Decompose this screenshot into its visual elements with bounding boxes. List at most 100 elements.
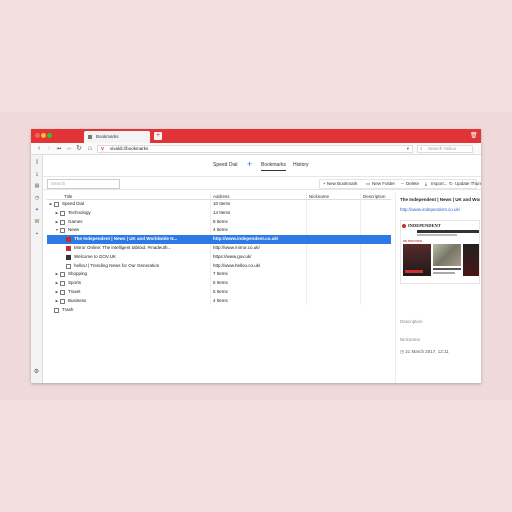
thumbnail-headline: [433, 268, 461, 270]
chevron-down-icon[interactable]: ▾: [407, 146, 409, 152]
home-icon[interactable]: ⌂: [86, 144, 94, 154]
close-window-button[interactable]: [35, 133, 40, 138]
zoom-window-button[interactable]: [47, 133, 52, 138]
tab-history[interactable]: History: [293, 160, 309, 170]
settings-gear-icon[interactable]: ⚙: [33, 369, 40, 376]
favicon-icon: [66, 237, 71, 243]
vivaldi-logo-icon: V: [101, 146, 105, 151]
thumbnail-photo-main: [403, 244, 431, 276]
bookmarks-table: Title Address Nickname Description ▶ Spee…: [47, 193, 391, 314]
tab-speed-dial[interactable]: Speed Dial: [213, 160, 237, 170]
table-row[interactable]: helloU | Trending News for Our Generatio…: [47, 262, 391, 271]
table-row[interactable]: Trash: [47, 306, 391, 315]
row-address: http://www.independent.co.uk/: [213, 236, 279, 242]
table-row[interactable]: ▶ Games 8 Items: [47, 218, 391, 227]
table-row[interactable]: ▶ Sports 5 Items: [47, 279, 391, 288]
bookmarks-panel-icon[interactable]: ▯: [34, 159, 40, 165]
row-title: News: [68, 227, 80, 233]
chevron-right-icon[interactable]: ▶: [55, 279, 59, 288]
row-title: Mirror Online: The intelligent tabloid. …: [74, 244, 172, 250]
minimize-window-button[interactable]: [41, 133, 46, 138]
bookmark-search-input[interactable]: Search: [47, 179, 120, 189]
minus-icon: −: [401, 181, 404, 186]
bookmark-tab-icon: [88, 135, 92, 139]
description-field[interactable]: Description: [400, 319, 423, 324]
web-panel-icon[interactable]: ✦: [34, 207, 40, 213]
refresh-icon: ↻: [449, 181, 453, 186]
column-address[interactable]: Address: [213, 193, 230, 200]
table-row[interactable]: ▶ Business 4 Items: [47, 297, 391, 306]
nickname-field[interactable]: Nickname: [400, 337, 420, 342]
wikipedia-panel-icon[interactable]: W: [34, 219, 40, 225]
row-title: Trash: [62, 306, 74, 312]
row-address: http://www.mirror.co.uk/: [213, 244, 260, 250]
row-title: Games: [68, 218, 83, 224]
tab-bookmarks[interactable]: Bookmarks: [84, 131, 150, 143]
favicon-icon: [66, 254, 71, 260]
chevron-right-icon[interactable]: ▶: [55, 209, 59, 218]
folder-icon: [60, 289, 65, 295]
column-description[interactable]: Description: [363, 193, 386, 200]
rewind-icon[interactable]: ⏮: [55, 144, 63, 154]
add-speed-dial-icon[interactable]: +: [247, 159, 252, 169]
independent-logo-icon: [402, 224, 406, 228]
table-row[interactable]: ▶ Travel 5 Items: [47, 288, 391, 297]
reload-icon[interactable]: ↻: [75, 144, 83, 154]
chevron-right-icon[interactable]: ▶: [55, 218, 59, 227]
row-address: 5 Items: [213, 288, 228, 294]
table-row[interactable]: Welcome to GOV.UK https://www.gov.uk/: [47, 253, 391, 262]
import-icon: ⤓: [425, 181, 427, 186]
downloads-panel-icon[interactable]: ⤓: [34, 171, 40, 177]
row-address: 4 Items: [213, 297, 228, 303]
row-title: The Independent | News | UK and Worldwid…: [74, 236, 178, 242]
details-url-link[interactable]: http://www.independent.co.uk/: [400, 207, 460, 212]
delete-button[interactable]: Delete: [406, 180, 419, 188]
trash-icon[interactable]: 🗑: [470, 132, 478, 140]
bookmark-details-panel: The Independent | News | UK and Worl... …: [395, 193, 480, 383]
row-address: 10 Items: [213, 201, 231, 206]
fast-forward-icon[interactable]: ⏭: [65, 144, 73, 154]
table-row[interactable]: ▶ Speed Dial 10 Items: [47, 200, 391, 209]
thumbnail-section-label: UK POLITICS: [403, 239, 423, 243]
update-thumbnails-button[interactable]: Update Thumbnails: [455, 180, 481, 188]
search-engine-placeholder: Search Yahoo: [428, 146, 457, 151]
url-field[interactable]: V vivaldi://bookmarks ▾: [97, 145, 413, 153]
add-panel-icon[interactable]: +: [34, 231, 40, 237]
table-row[interactable]: The Independent | News | UK and Worldwid…: [47, 235, 391, 244]
tab-bookmarks-manager[interactable]: Bookmarks: [261, 160, 287, 171]
row-title: Welcome to GOV.UK: [74, 253, 117, 259]
table-row[interactable]: ▼ News 4 Items: [47, 226, 391, 235]
history-panel-icon[interactable]: ◷: [34, 195, 40, 201]
bookmarks-manager: Speed Dial + Bookmarks History Search + …: [43, 155, 481, 383]
chevron-right-icon[interactable]: ▶: [55, 297, 59, 306]
search-icon: ⌕: [420, 146, 423, 151]
table-row[interactable]: ▶ Shopping 7 Items: [47, 270, 391, 279]
forward-icon[interactable]: ›: [45, 144, 53, 154]
chevron-down-icon[interactable]: ▼: [55, 226, 59, 235]
thumbnail-subheadline: [433, 272, 455, 274]
new-bookmark-button[interactable]: + New Bookmark: [323, 180, 357, 188]
folder-icon: [60, 228, 65, 234]
date-added: ◷ 21 March 2017, 12:11: [400, 349, 449, 355]
new-folder-button[interactable]: New Folder: [372, 180, 395, 188]
back-icon[interactable]: ‹: [35, 144, 43, 154]
date-text: 21 March 2017, 12:11: [405, 349, 449, 354]
column-nickname[interactable]: Nickname: [309, 193, 329, 200]
details-title: The Independent | News | UK and Worl...: [400, 197, 480, 202]
import-button[interactable]: Import...: [431, 180, 448, 188]
column-title[interactable]: Title: [64, 193, 72, 200]
table-row[interactable]: ▶ Technology 14 Items: [47, 209, 391, 218]
new-tab-button[interactable]: +: [154, 132, 162, 140]
row-address: 4 Items: [213, 227, 228, 233]
chevron-right-icon[interactable]: ▶: [49, 200, 53, 209]
chevron-right-icon[interactable]: ▶: [55, 288, 59, 297]
row-address: 7 Items: [213, 271, 228, 277]
folder-icon: ▭: [366, 181, 371, 186]
search-engine-field[interactable]: ⌕ Search Yahoo: [417, 145, 473, 153]
url-text: vivaldi://bookmarks: [110, 146, 149, 151]
thumbnail-nav-bar: [417, 230, 479, 233]
folder-icon: [60, 272, 65, 278]
notes-panel-icon[interactable]: ▤: [34, 183, 40, 189]
table-row[interactable]: Mirror Online: The intelligent tabloid. …: [47, 244, 391, 253]
chevron-right-icon[interactable]: ▶: [55, 270, 59, 279]
